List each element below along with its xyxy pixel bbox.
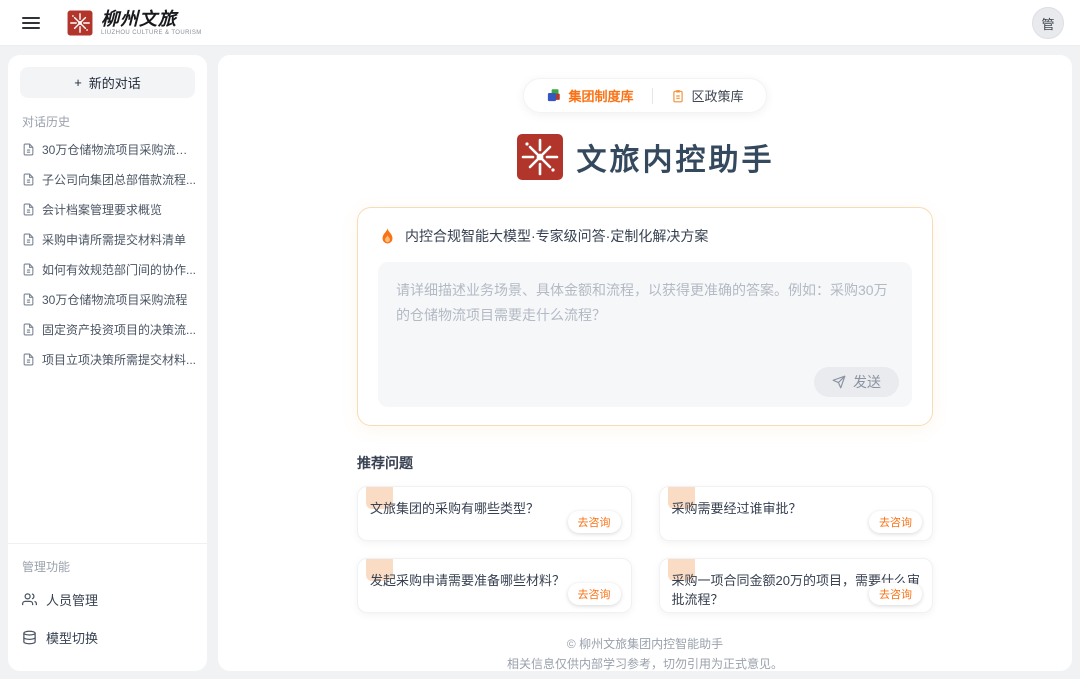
brand-name: 柳州文旅: [101, 10, 202, 28]
send-button[interactable]: 发送: [814, 367, 899, 397]
go-consult-button[interactable]: 去咨询: [869, 583, 922, 605]
history-section-title: 对话历史: [22, 113, 193, 130]
history-item-label: 采购申请所需提交材料清单: [42, 231, 186, 248]
go-consult-button[interactable]: 去咨询: [568, 511, 621, 533]
history-item[interactable]: 30万仓储物流项目采购流程: [8, 284, 207, 314]
history-item-label: 30万仓储物流项目采购流程: [42, 291, 187, 308]
suggestion-card[interactable]: 采购需要经过谁审批？ 去咨询: [659, 486, 934, 541]
document-icon: [22, 293, 35, 306]
admin-section: 管理功能 人员管理 模型切换: [8, 543, 207, 671]
send-label: 发送: [853, 372, 881, 392]
admin-section-title: 管理功能: [22, 558, 193, 575]
document-icon: [22, 203, 35, 216]
seal-logo-icon: [67, 10, 93, 36]
go-consult-button[interactable]: 去咨询: [869, 511, 922, 533]
top-bar: 柳州文旅 LIUZHOU CULTURE & TOURISM 管: [0, 0, 1080, 46]
tab-group-policy-library[interactable]: 集团制度库: [546, 86, 633, 105]
plus-icon: +: [74, 75, 82, 90]
history-item[interactable]: 如何有效规范部门间的协作...: [8, 254, 207, 284]
suggestion-card[interactable]: 文旅集团的采购有哪些类型？ 去咨询: [357, 486, 632, 541]
history-item[interactable]: 30万仓储物流项目采购流程...: [8, 134, 207, 164]
tab-divider: [652, 88, 653, 104]
page-title: 文旅内控助手: [577, 135, 775, 179]
tab-label: 区政策库: [692, 86, 744, 105]
layers-icon: [546, 88, 561, 103]
history-item[interactable]: 固定资产投资项目的决策流...: [8, 314, 207, 344]
go-consult-button[interactable]: 去咨询: [568, 583, 621, 605]
new-chat-button[interactable]: + 新的对话: [20, 67, 195, 98]
user-avatar[interactable]: 管: [1032, 7, 1064, 39]
document-icon: [22, 173, 35, 186]
question-input-card: 内控合规智能大模型·专家级问答·定制化解决方案 发送: [357, 207, 933, 426]
flame-icon: [380, 227, 395, 245]
history-item[interactable]: 项目立项决策所需提交材料...: [8, 344, 207, 374]
brand-logo: 柳州文旅 LIUZHOU CULTURE & TOURISM: [67, 10, 202, 36]
brand-text: 柳州文旅 LIUZHOU CULTURE & TOURISM: [101, 10, 202, 36]
tab-label: 集团制度库: [568, 86, 633, 105]
new-chat-label: 新的对话: [89, 73, 141, 92]
clipboard-icon: [671, 89, 685, 103]
history-item-label: 30万仓储物流项目采购流程...: [42, 141, 197, 158]
suggestion-card[interactable]: 采购一项合同金额20万的项目，需要什么审批流程？ 去咨询: [659, 558, 934, 613]
card-headline-text: 内控合规智能大模型·专家级问答·定制化解决方案: [405, 226, 708, 246]
paper-plane-icon: [832, 375, 846, 389]
tab-district-policy-library[interactable]: 区政策库: [671, 86, 744, 105]
sidebar-item-user-management[interactable]: 人员管理: [8, 583, 207, 615]
footer-copyright: © 柳州文旅集团内控智能助手: [218, 635, 1072, 655]
suggestions-title: 推荐问题: [357, 453, 933, 473]
document-icon: [22, 263, 35, 276]
hamburger-menu-icon[interactable]: [22, 17, 40, 29]
history-item-label: 如何有效规范部门间的协作...: [42, 261, 196, 278]
history-item-label: 项目立项决策所需提交材料...: [42, 351, 196, 368]
history-item-label: 子公司向集团总部借款流程...: [42, 171, 196, 188]
history-item-label: 会计档案管理要求概览: [42, 201, 162, 218]
main-panel: 集团制度库 区政策库 文旅内控助手: [218, 55, 1072, 671]
footer-disclaimer: 相关信息仅供内部学习参考，切勿引用为正式意见。: [218, 655, 1072, 671]
suggestions-section: 推荐问题 文旅集团的采购有哪些类型？ 去咨询 采购需要经过谁审批？ 去咨询 发起…: [357, 453, 933, 613]
users-icon: [22, 592, 37, 607]
footer: © 柳州文旅集团内控智能助手 相关信息仅供内部学习参考，切勿引用为正式意见。: [218, 635, 1072, 671]
admin-item-label: 模型切换: [46, 628, 98, 647]
suggestion-card[interactable]: 发起采购申请需要准备哪些材料？ 去咨询: [357, 558, 632, 613]
brand-subtitle: LIUZHOU CULTURE & TOURISM: [101, 30, 202, 36]
app-window: 柳州文旅 LIUZHOU CULTURE & TOURISM 管 + 新的对话 …: [0, 0, 1080, 679]
history-item[interactable]: 采购申请所需提交材料清单: [8, 224, 207, 254]
history-item-label: 固定资产投资项目的决策流...: [42, 321, 196, 338]
history-item[interactable]: 会计档案管理要求概览: [8, 194, 207, 224]
database-icon: [22, 630, 37, 645]
admin-item-label: 人员管理: [46, 590, 98, 609]
history-item[interactable]: 子公司向集团总部借款流程...: [8, 164, 207, 194]
knowledge-base-tabs: 集团制度库 区政策库: [523, 78, 766, 113]
document-icon: [22, 323, 35, 336]
document-icon: [22, 233, 35, 246]
document-icon: [22, 143, 35, 156]
sidebar-item-model-switch[interactable]: 模型切换: [8, 621, 207, 653]
card-headline: 内控合规智能大模型·专家级问答·定制化解决方案: [378, 226, 912, 246]
input-zone: 发送: [378, 262, 912, 407]
hero-header: 文旅内控助手: [218, 133, 1072, 181]
suggestions-grid: 文旅集团的采购有哪些类型？ 去咨询 采购需要经过谁审批？ 去咨询 发起采购申请需…: [357, 486, 933, 613]
sidebar: + 新的对话 对话历史 30万仓储物流项目采购流程... 子公司向集团总部借款流…: [8, 55, 207, 671]
question-textarea[interactable]: [394, 276, 896, 354]
seal-logo-icon-large: [516, 133, 564, 181]
document-icon: [22, 353, 35, 366]
